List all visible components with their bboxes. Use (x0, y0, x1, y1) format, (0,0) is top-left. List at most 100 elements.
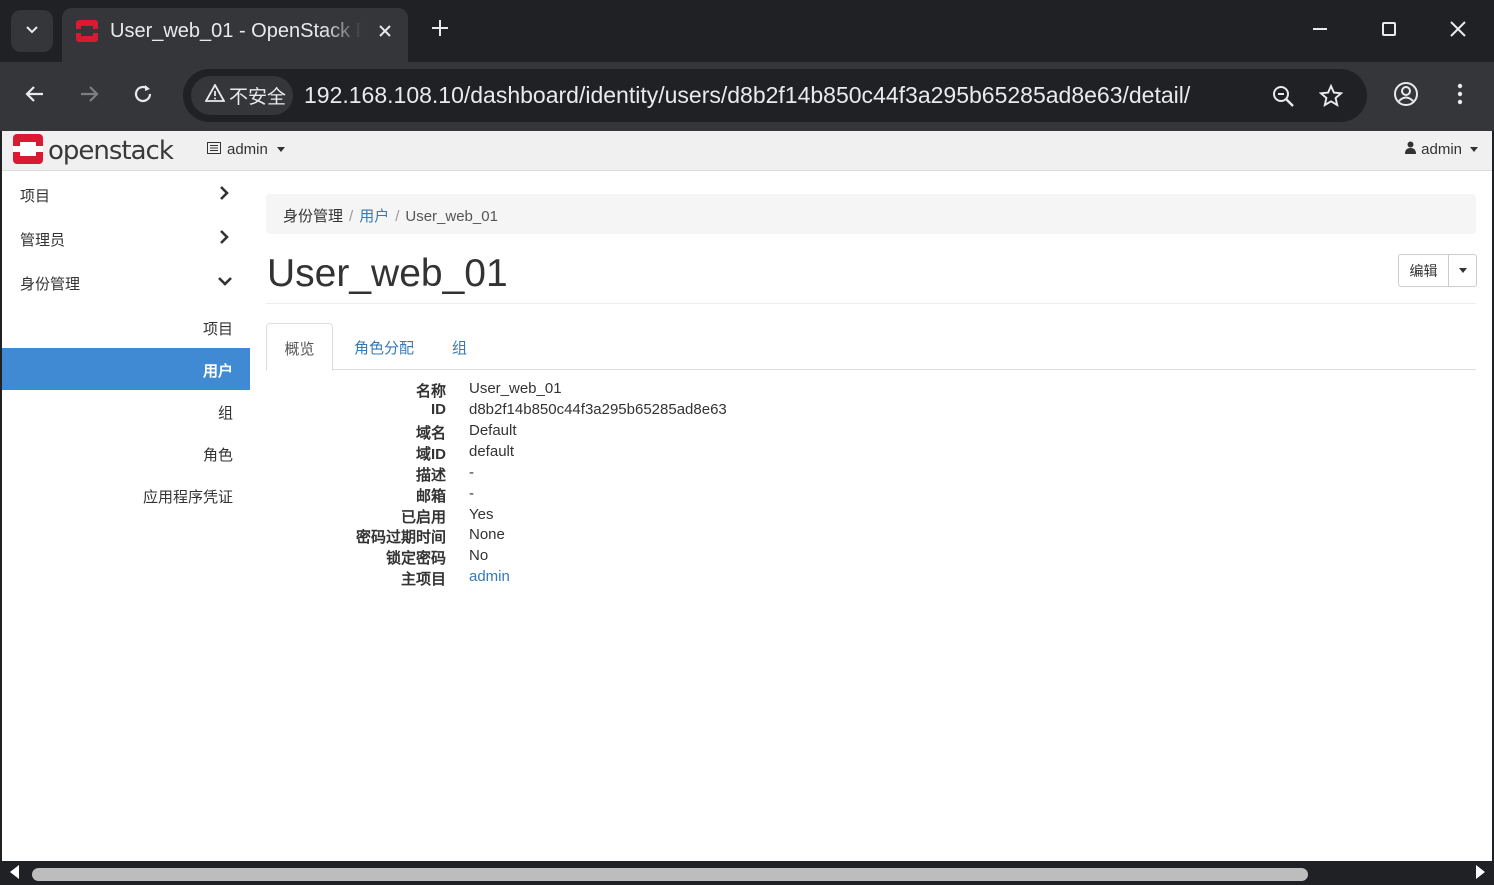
scrollbar-thumb[interactable] (32, 868, 1308, 881)
sidebar-item-label: 应用程序凭证 (142, 489, 233, 506)
scroll-left-icon[interactable] (10, 865, 19, 879)
address-bar[interactable]: 不安全 192.168.108.10/dashboard/identity/us… (183, 69, 1367, 122)
chevron-down-icon (24, 21, 40, 41)
detail-key: 描述 (415, 467, 446, 484)
horizontal-scrollbar[interactable] (2, 861, 1492, 883)
browser-menu-button[interactable] (1440, 76, 1480, 116)
detail-key: 域ID (415, 446, 446, 463)
breadcrumb-separator: / (349, 208, 354, 225)
bookmark-star-icon[interactable] (1313, 78, 1349, 114)
breadcrumb-current: User_web_01 (405, 208, 498, 225)
reload-icon (132, 83, 154, 109)
detail-row: ID d8b2f14b850c44f3a295b65285ad8e63 (266, 401, 966, 422)
security-label: 不安全 (229, 86, 287, 108)
detail-row: 域ID default (266, 443, 966, 464)
openstack-favicon-icon (75, 19, 99, 43)
sidebar-item-roles[interactable]: 角色 (2, 432, 250, 474)
user-name: admin (1421, 141, 1462, 158)
tab-groups[interactable]: 组 (452, 323, 467, 370)
header-divider (266, 303, 1476, 304)
maximize-icon (1381, 21, 1397, 41)
detail-tabs: 概览 角色分配 组 (266, 323, 1476, 371)
primary-project-link[interactable]: admin (469, 568, 510, 585)
breadcrumb: 身份管理 / 用户 / User_web_01 (266, 194, 1476, 234)
sidebar-item-projects[interactable]: 项目 (2, 306, 250, 348)
security-chip[interactable]: 不安全 (191, 76, 293, 115)
actions-button-group: 编辑 (1398, 254, 1477, 287)
tab-role-assignments[interactable]: 角色分配 (354, 323, 414, 370)
arrow-right-icon (78, 83, 100, 109)
detail-value: No (469, 547, 489, 564)
tab-title: User_web_01 - OpenStack Dashboard (110, 20, 362, 42)
detail-value: Default (469, 422, 517, 439)
detail-row: 已启用 Yes (266, 506, 966, 527)
sidebar-group-admin[interactable]: 管理员 (2, 216, 250, 260)
edit-button[interactable]: 编辑 (1398, 254, 1449, 287)
reload-button[interactable] (123, 76, 163, 116)
forward-button[interactable] (69, 76, 109, 116)
detail-row: 域名 Default (266, 422, 966, 443)
detail-value: Yes (469, 506, 494, 523)
close-tab-icon[interactable] (372, 18, 398, 44)
sidebar-group-label: 身份管理 (20, 276, 81, 293)
zoom-icon[interactable] (1265, 78, 1301, 114)
warning-icon (204, 83, 229, 107)
scrollbar-track[interactable] (24, 864, 1470, 881)
chevron-down-icon (216, 272, 234, 294)
user-menu[interactable]: admin (1405, 141, 1478, 158)
logo-text: openstack (48, 136, 174, 166)
actions-dropdown-toggle[interactable] (1449, 254, 1477, 287)
detail-key: 邮箱 (415, 488, 446, 505)
detail-row: 名称 User_web_01 (266, 380, 966, 401)
more-vert-icon (1457, 83, 1463, 109)
page-viewport: openstack admin admin 项目 管理员 身份管理 项目 用户 … (2, 131, 1492, 861)
detail-value: d8b2f14b850c44f3a295b65285ad8e63 (469, 401, 727, 418)
browser-toolbar: 不安全 192.168.108.10/dashboard/identity/us… (0, 62, 1494, 131)
project-name: admin (227, 141, 268, 158)
detail-key: 密码过期时间 (355, 529, 446, 546)
sidebar-group-label: 管理员 (20, 232, 66, 249)
arrow-left-icon (24, 83, 46, 109)
minimize-button[interactable] (1297, 10, 1343, 52)
scroll-right-icon[interactable] (1476, 865, 1485, 879)
browser-tab[interactable]: User_web_01 - OpenStack Dashboard (62, 8, 408, 62)
detail-value: None (469, 526, 505, 543)
sidebar-item-app-credentials[interactable]: 应用程序凭证 (2, 474, 250, 516)
sidebar-group-project[interactable]: 项目 (2, 172, 250, 216)
user-icon (1405, 141, 1417, 158)
caret-down-icon (1470, 147, 1478, 152)
close-icon (1450, 21, 1466, 41)
caret-down-icon (276, 147, 285, 152)
detail-row: 描述 - (266, 464, 966, 485)
project-list-icon (207, 141, 221, 158)
url-text[interactable]: 192.168.108.10/dashboard/identity/users/… (304, 82, 1190, 109)
maximize-button[interactable] (1366, 10, 1412, 52)
detail-value: default (469, 443, 515, 460)
detail-key: 名称 (415, 383, 446, 400)
breadcrumb-separator: / (395, 208, 400, 225)
back-button[interactable] (15, 76, 55, 116)
breadcrumb-root: 身份管理 (283, 208, 344, 225)
breadcrumb-users-link[interactable]: 用户 (359, 208, 389, 225)
project-switcher[interactable]: admin (207, 141, 285, 158)
detail-key: 已启用 (400, 509, 446, 526)
caret-down-icon (1458, 268, 1467, 273)
sidebar-item-label: 组 (217, 405, 233, 422)
profile-button[interactable] (1386, 76, 1426, 116)
openstack-logo-icon (12, 133, 44, 170)
page-title: User_web_01 (267, 252, 508, 295)
new-tab-button[interactable] (425, 15, 455, 45)
detail-key: 锁定密码 (385, 550, 446, 567)
sidebar-item-label: 角色 (202, 447, 233, 464)
close-window-button[interactable] (1435, 10, 1481, 52)
sidebar-group-identity[interactable]: 身份管理 (2, 260, 250, 304)
openstack-logo[interactable]: openstack (12, 133, 174, 170)
sidebar-item-users[interactable]: 用户 (2, 348, 250, 390)
sidebar-group-label: 项目 (20, 188, 51, 205)
sidebar-item-label: 用户 (202, 363, 233, 380)
tab-overview[interactable]: 概览 (266, 323, 333, 371)
chevron-right-icon (216, 184, 232, 206)
tab-label: 组 (452, 340, 468, 357)
tab-search-button[interactable] (11, 10, 53, 52)
sidebar-item-groups[interactable]: 组 (2, 390, 250, 432)
